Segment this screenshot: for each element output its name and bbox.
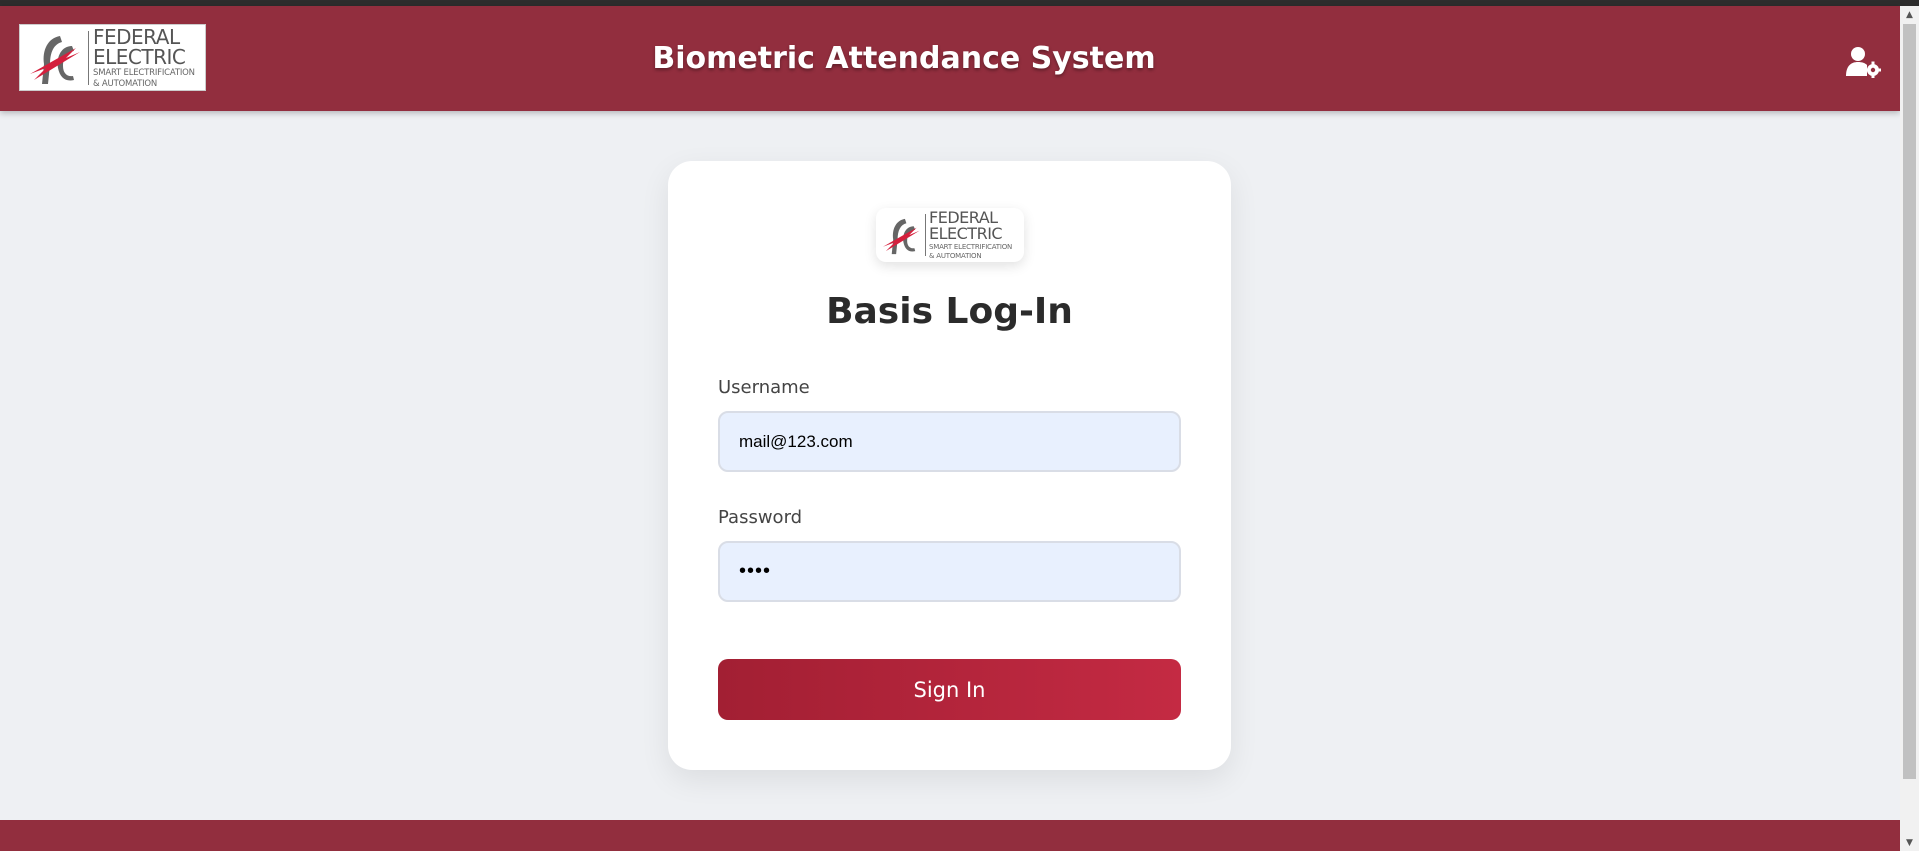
password-field[interactable]	[718, 541, 1181, 602]
login-title: Basis Log-In	[826, 291, 1073, 332]
scroll-down-arrow-icon[interactable]: ▼	[1900, 834, 1919, 851]
logo-title-line2: ELECTRIC	[929, 224, 1003, 243]
page-footer	[0, 820, 1900, 851]
login-card: FEDERAL ELECTRIC SMART ELECTRIFICATION &…	[668, 161, 1231, 770]
password-label: Password	[718, 507, 803, 528]
logo-text: FEDERAL ELECTRIC SMART ELECTRIFICATION &…	[929, 210, 1012, 260]
username-label: Username	[718, 377, 810, 398]
scroll-up-arrow-icon[interactable]: ▲	[1900, 6, 1919, 23]
scrollbar-thumb[interactable]	[1903, 24, 1916, 779]
fe-logo-mark-icon	[882, 218, 920, 255]
sign-in-button[interactable]: Sign In	[718, 659, 1181, 720]
page-title: Biometric Attendance System	[652, 41, 1156, 76]
top-header: FEDERAL ELECTRIC SMART ELECTRIFICATION &…	[0, 6, 1900, 111]
username-field[interactable]	[718, 411, 1181, 472]
logo-sub-line1: SMART ELECTRIFICATION	[929, 243, 1013, 251]
user-gear-icon[interactable]	[1845, 46, 1881, 78]
logo-divider	[925, 214, 926, 256]
logo-sub-line2: & AUTOMATION	[929, 252, 982, 260]
login-logo: FEDERAL ELECTRIC SMART ELECTRIFICATION &…	[876, 208, 1024, 262]
vertical-scrollbar[interactable]: ▲ ▼	[1900, 6, 1919, 851]
